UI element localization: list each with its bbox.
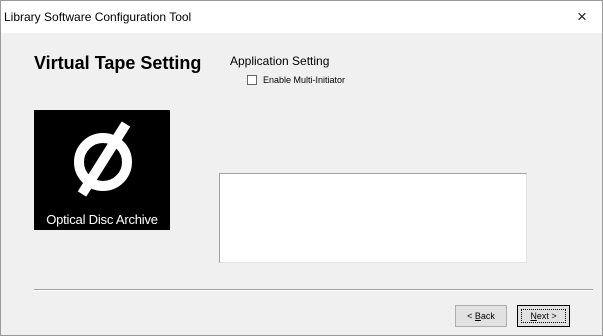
close-button[interactable]: ×: [562, 1, 602, 33]
window-title: Library Software Configuration Tool: [4, 10, 192, 24]
multi-initiator-label[interactable]: Enable Multi-Initiator: [263, 75, 345, 85]
footer-divider: [34, 289, 593, 291]
logo-caption: Optical Disc Archive: [46, 212, 158, 227]
multi-initiator-option[interactable]: Enable Multi-Initiator: [247, 75, 345, 85]
configuration-window: Library Software Configuration Tool × Vi…: [0, 0, 603, 336]
back-button[interactable]: < Back: [455, 305, 507, 327]
next-button[interactable]: Next >: [517, 305, 570, 327]
multi-initiator-checkbox[interactable]: [247, 75, 257, 85]
optical-disc-archive-logo: Optical Disc Archive: [34, 110, 170, 230]
close-icon: ×: [577, 7, 587, 26]
application-setting-label: Application Setting: [230, 54, 330, 68]
info-text-area[interactable]: [219, 173, 527, 263]
next-button-label: Next >: [530, 311, 557, 321]
back-button-label: < Back: [467, 311, 495, 321]
page-title: Virtual Tape Setting: [34, 53, 202, 73]
title-bar[interactable]: Library Software Configuration Tool ×: [1, 1, 602, 33]
